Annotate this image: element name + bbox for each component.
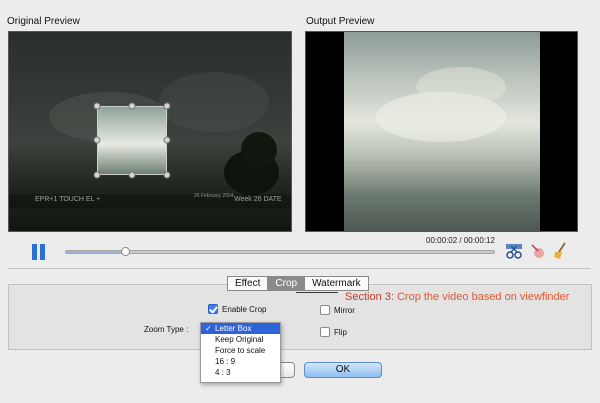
original-preview-label: Original Preview <box>7 16 80 27</box>
mirror-checkbox[interactable] <box>320 305 330 316</box>
mirror-option[interactable]: Mirror <box>320 305 355 316</box>
check-icon: ✓ <box>205 324 212 333</box>
flip-checkbox[interactable] <box>320 327 330 338</box>
clear-button[interactable] <box>553 242 569 260</box>
crop-handle-right[interactable] <box>163 136 171 144</box>
crop-viewfinder[interactable] <box>97 106 167 175</box>
broom-icon <box>554 242 566 259</box>
pause-icon <box>32 244 37 260</box>
annotation-body: Crop the video based on viewfinder <box>393 291 570 303</box>
output-preview-label: Output Preview <box>306 16 375 27</box>
enable-crop-label: Enable Crop <box>222 304 267 314</box>
divider <box>8 268 590 269</box>
annotation-text: Section 3: Crop the video based on viewf… <box>345 291 569 303</box>
crop-handle-bottom-left[interactable] <box>93 171 101 179</box>
scissors-icon <box>506 244 522 259</box>
tab-effect[interactable]: Effect <box>227 276 269 291</box>
zoom-type-menu[interactable]: ✓ Letter Box Keep Original Force to scale… <box>200 322 281 383</box>
flip-label: Flip <box>334 327 347 337</box>
crop-handle-bottom-right[interactable] <box>163 171 171 179</box>
crop-handle-bottom[interactable] <box>128 171 136 179</box>
zoom-type-label: Zoom Type : <box>144 325 189 334</box>
crop-handle-top[interactable] <box>128 102 136 110</box>
overlay-left-text: EPR+1 TOUCH EL + <box>35 196 101 203</box>
progress-knob[interactable] <box>121 247 131 256</box>
pause-button[interactable] <box>32 244 46 260</box>
zoom-option-16-9[interactable]: 16 : 9 <box>201 356 280 367</box>
snapshot-button[interactable] <box>505 243 523 259</box>
annotation-lead: Section 3: <box>345 291 394 303</box>
crop-handle-left[interactable] <box>93 136 101 144</box>
ok-button[interactable]: OK <box>304 362 382 378</box>
flip-option[interactable]: Flip <box>320 327 347 338</box>
tab-bar: Effect Crop Watermark <box>227 276 369 291</box>
magic-icon <box>531 244 544 258</box>
annotation-pointer-line <box>296 292 338 293</box>
original-preview-video[interactable]: EPR+1 TOUCH EL + 26 February 2004 Week 2… <box>8 31 292 232</box>
effects-button[interactable] <box>530 243 546 259</box>
tab-crop[interactable]: Crop <box>268 276 306 291</box>
overlay-small-text: 26 February 2004 <box>194 193 234 199</box>
crop-handle-top-left[interactable] <box>93 102 101 110</box>
zoom-option-force-to-scale[interactable]: Force to scale <box>201 345 280 356</box>
zoom-option-keep-original[interactable]: Keep Original <box>201 334 280 345</box>
time-readout: 00:00:02 / 00:00:12 <box>426 236 495 245</box>
zoom-option-letter-box[interactable]: ✓ Letter Box <box>201 323 280 334</box>
overlay-right-text: Week 26 DATE <box>234 196 282 203</box>
tab-watermark[interactable]: Watermark <box>305 276 369 291</box>
output-preview-video[interactable] <box>305 31 578 232</box>
enable-crop-option[interactable]: Enable Crop <box>208 304 266 315</box>
crop-handle-top-right[interactable] <box>163 102 171 110</box>
progress-fill <box>66 251 126 253</box>
mirror-label: Mirror <box>334 305 355 315</box>
enable-crop-checkbox[interactable] <box>208 304 218 315</box>
zoom-option-4-3[interactable]: 4 : 3 <box>201 367 280 378</box>
